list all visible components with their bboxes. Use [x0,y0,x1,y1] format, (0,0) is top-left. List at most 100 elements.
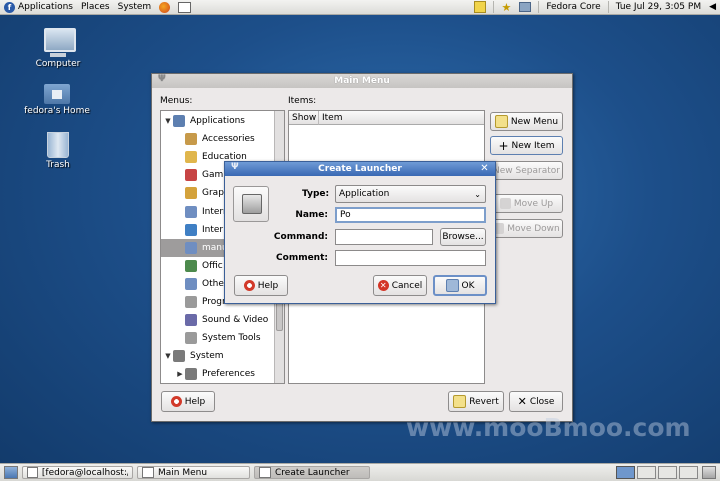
task-label: [fedora@localhost:/... [41,467,128,478]
note-icon [474,1,487,13]
trash-icon [47,132,69,158]
main-menu-titlebar[interactable]: Ψ Main Menu [152,74,572,88]
new-menu-button[interactable]: New Menu [490,112,563,131]
expander-closed-icon[interactable]: ▶ [175,370,185,378]
places-menu[interactable]: Places [77,0,114,14]
workspace-4[interactable] [679,466,698,479]
column-item[interactable]: Item [319,111,484,125]
browse-button[interactable]: Browse... [440,228,486,246]
desktop-icon-label: Computer [35,59,81,69]
tree-item[interactable]: ▶ Preferences [161,365,284,383]
panel-separator [607,1,609,13]
new-separator-button[interactable]: New Separator [490,161,563,180]
volume-applet[interactable]: ◀ [705,0,720,14]
help-icon [243,280,255,291]
menu-category-icon [173,350,185,363]
tree-item[interactable]: ▼ System [161,347,279,365]
help-label: Help [257,280,279,291]
menu-category-icon [185,133,197,146]
network-applet[interactable] [515,0,535,14]
firefox-icon [159,1,171,13]
create-launcher-titlebar[interactable]: Ψ Create Launcher ✕ [225,162,495,176]
new-menu-label: New Menu [510,116,559,127]
notes-applet[interactable] [470,0,490,14]
taskbar-terminal[interactable]: [fedora@localhost:/... [22,466,133,479]
tree-item-label: Inter [202,224,224,235]
window-menu-icon[interactable]: Ψ [158,74,167,84]
workspace-switcher[interactable] [616,466,716,479]
clock[interactable]: Tue Jul 29, 3:05 PM [612,0,705,14]
menus-label: Menus: [160,96,193,106]
tree-item[interactable]: System Tools [161,329,284,347]
workspace-1[interactable] [616,466,635,479]
move-up-label: Move Up [513,198,554,209]
tree-item-label: Progr [202,297,226,307]
tree-item-label: System [190,351,224,362]
tree-item[interactable]: Sound & Video [161,311,284,329]
ok-icon [445,279,459,292]
tree-item-label: Preferences [202,369,255,380]
launcher-icon-button[interactable] [233,186,269,222]
name-field[interactable]: Po [335,207,486,223]
new-item-button[interactable]: + New Item [490,136,563,155]
cancel-icon: ✕ [377,280,389,291]
workspace-2[interactable] [637,466,656,479]
show-desktop-icon[interactable] [4,466,18,479]
menu-category-icon [185,259,197,272]
menu-category-icon [185,223,197,236]
update-applet[interactable]: ★ [497,0,515,14]
tree-item-label: System Tools [202,333,261,344]
workspace-3[interactable] [658,466,677,479]
fedora-logo-icon: f [4,1,15,13]
browse-label: Browse... [442,232,484,242]
system-menu[interactable]: System [114,0,156,14]
ok-button[interactable]: OK [433,275,487,296]
tree-item-label: Accessories [202,134,255,145]
type-select[interactable]: Application ⌄ [335,185,486,203]
tree-item-label: Applications [190,116,245,126]
menu-category-icon [185,151,197,164]
desktop-icon-computer[interactable]: Computer [23,28,93,69]
help-button[interactable]: Help [161,391,215,412]
window-menu-icon[interactable]: Ψ [231,162,240,172]
help-icon [170,396,182,407]
tree-item[interactable]: Accessories [161,130,284,148]
comment-field[interactable] [335,250,486,266]
tree-item-label: Offic [202,260,223,271]
firefox-launcher[interactable] [155,0,174,14]
desktop-icon-trash[interactable]: Trash [23,132,93,170]
applications-menu[interactable]: f Applications [0,0,77,14]
new-item-label: New Item [511,140,555,151]
revert-button[interactable]: Revert [448,391,504,412]
menu-category-icon [185,332,197,345]
computer-icon [44,28,76,57]
launcher-help-button[interactable]: Help [234,275,288,296]
new-menu-icon [494,115,508,128]
expander-open-icon[interactable]: ▼ [163,352,173,360]
move-down-button[interactable]: Move Down [490,219,563,238]
taskbar-main-menu[interactable]: Main Menu [137,466,250,479]
tree-item[interactable]: ▼ Applications [161,112,279,130]
taskbar-create-launcher[interactable]: Create Launcher [254,466,370,479]
close-icon[interactable]: ✕ [479,163,490,174]
command-label: Command: [273,232,328,242]
menu-category-icon [185,241,197,254]
expander-open-icon[interactable]: ▼ [163,117,173,125]
command-field[interactable] [335,229,433,245]
speaker-icon: ◀ [709,2,716,12]
mail-launcher[interactable] [174,0,195,14]
close-button[interactable]: ✕ Close [509,391,563,412]
tree-item-label: Grap [202,188,224,199]
column-show[interactable]: Show [289,111,319,125]
user-switcher[interactable]: Fedora Core [542,0,604,14]
trash-applet-icon[interactable] [702,466,716,479]
window-icon [259,467,271,478]
help-label: Help [184,396,206,407]
bottom-panel: [fedora@localhost:/... Main Menu Create … [0,463,720,481]
cancel-button[interactable]: ✕ Cancel [373,275,427,296]
move-up-button[interactable]: Move Up [490,194,563,213]
comment-label: Comment: [276,253,328,263]
tree-item-label: Gam [202,170,224,181]
menu-category-icon [185,296,197,308]
desktop-icon-home[interactable]: fedora's Home [22,84,92,116]
